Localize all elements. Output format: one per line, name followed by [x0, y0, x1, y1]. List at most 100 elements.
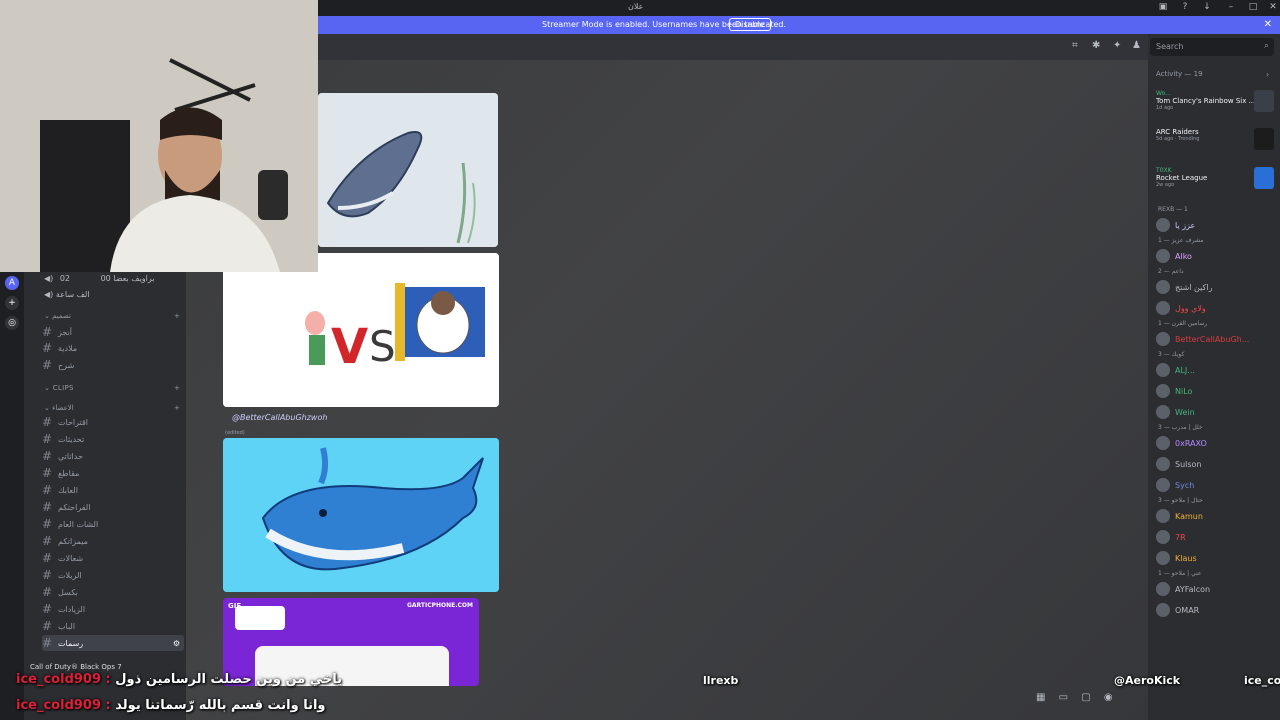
download-icon[interactable]: ↓: [1200, 2, 1214, 12]
discover-icon[interactable]: ◎: [5, 316, 19, 330]
member-row[interactable]: Sulson: [1156, 455, 1276, 473]
channel-item[interactable]: # العابك: [42, 482, 184, 498]
hash-icon: #: [42, 358, 53, 372]
blue-whale-drawing: [223, 438, 499, 592]
member-row[interactable]: Sych: [1156, 476, 1276, 494]
category-label: CLIPS: [52, 384, 74, 392]
avatar: [1156, 603, 1170, 617]
close-banner-icon[interactable]: ✕: [1264, 19, 1272, 30]
threads-icon[interactable]: ⌗: [1072, 40, 1078, 51]
member-row[interactable]: OMAR: [1156, 601, 1276, 619]
member-row[interactable]: 7R: [1156, 528, 1276, 546]
search-icon: ⌕: [1263, 41, 1269, 51]
blue-whale-image[interactable]: [223, 438, 499, 592]
minimize-icon[interactable]: –: [1224, 2, 1238, 12]
channel-toolbar: ⌗ ✱ ✦ ♟: [186, 34, 1148, 60]
member-name: NiLo: [1175, 386, 1193, 396]
chevron-right-icon[interactable]: ›: [1266, 70, 1269, 79]
game-thumbnail: [1254, 167, 1274, 189]
member-list-icon[interactable]: ♟: [1132, 40, 1141, 51]
hash-icon: #: [42, 415, 53, 429]
hash-icon: #: [42, 551, 53, 565]
controller-icon[interactable]: ◉: [1104, 692, 1113, 703]
svg-text:V: V: [331, 319, 368, 375]
member-group-header: كويك — 3: [1158, 351, 1185, 358]
member-row[interactable]: Klaus: [1156, 549, 1276, 567]
notification-icon[interactable]: ✱: [1092, 40, 1100, 51]
avatar: [1156, 551, 1170, 565]
voice-count: 00: [100, 274, 111, 283]
channel-item-active[interactable]: # رسمات ⚙: [42, 635, 184, 651]
add-channel-icon[interactable]: +: [174, 404, 180, 412]
channel-item[interactable]: # اقتراحات: [42, 414, 184, 430]
channel-item[interactable]: # الفراحتكم: [42, 499, 184, 515]
category-header[interactable]: ⌄ CLIPS +: [44, 384, 180, 392]
inbox-icon[interactable]: ▣: [1156, 2, 1170, 12]
whale-sketch-drawing: [318, 93, 498, 247]
settings-icon[interactable]: ⚙: [173, 639, 180, 648]
disable-streamer-mode-button[interactable]: Disable: [729, 18, 771, 31]
member-row[interactable]: Alko: [1156, 247, 1276, 265]
member-row[interactable]: BetterCallAbuGh...: [1156, 330, 1276, 348]
hash-icon: #: [42, 517, 53, 531]
channel-item[interactable]: # ميمزاتكم: [42, 533, 184, 549]
activity-item[interactable]: T0XK Rocket League 2w ago: [1156, 167, 1274, 189]
avatar: [1156, 530, 1170, 544]
member-row[interactable]: AYFalcon: [1156, 580, 1276, 598]
member-row[interactable]: ولاي وول: [1156, 299, 1276, 317]
channel-item[interactable]: # الشات العام: [42, 516, 184, 532]
avatar: [1156, 457, 1170, 471]
channel-item[interactable]: # بكسل: [42, 584, 184, 600]
category-header[interactable]: ⌄ تصميم +: [44, 312, 180, 320]
member-name: Klaus: [1175, 553, 1197, 563]
channel-item[interactable]: # الريلات: [42, 567, 184, 583]
activity-item[interactable]: ARC Raiders 5d ago · Trending: [1156, 128, 1274, 150]
pin-icon[interactable]: ✦: [1113, 40, 1121, 51]
grid-icon[interactable]: ▦: [1036, 692, 1045, 703]
search-input[interactable]: Search ⌕: [1150, 38, 1274, 56]
search-placeholder: Search: [1156, 42, 1184, 51]
member-row[interactable]: Kamun: [1156, 507, 1276, 525]
channel-label: تحديثات: [58, 434, 85, 444]
add-server-icon[interactable]: +: [5, 296, 19, 310]
voice-channel[interactable]: ◀) براويف بعضا 00 02: [44, 274, 155, 283]
member-row[interactable]: 0xRAXO: [1156, 434, 1276, 452]
close-window-icon[interactable]: ✕: [1266, 2, 1280, 12]
add-channel-icon[interactable]: +: [174, 384, 180, 392]
member-row[interactable]: Wein: [1156, 403, 1276, 421]
channel-label: الباب: [58, 621, 76, 631]
channel-item[interactable]: # أنجز: [42, 324, 184, 340]
channel-item[interactable]: # الزيادات: [42, 601, 184, 617]
channel-item[interactable]: # الباب: [42, 618, 184, 634]
svg-text:S: S: [369, 322, 396, 371]
monitor-icon[interactable]: ▢: [1081, 692, 1090, 703]
window-icon[interactable]: ▭: [1059, 692, 1068, 703]
category-header[interactable]: ⌄ الاعضاء +: [44, 404, 180, 412]
member-name: 0xRAXO: [1175, 438, 1207, 448]
whale-sketch-image[interactable]: [318, 93, 498, 247]
channel-label: أنجز: [58, 327, 73, 337]
channel-item[interactable]: # شرح: [42, 357, 184, 373]
member-name: عزز يا: [1175, 220, 1196, 230]
member-row[interactable]: ALJ...: [1156, 361, 1276, 379]
window-title: علان: [628, 2, 644, 11]
channel-item[interactable]: # حداثاتي: [42, 448, 184, 464]
voice-channel[interactable]: ◀) الف ساعة: [44, 290, 90, 299]
vs-drawing-image[interactable]: V S: [223, 253, 499, 407]
channel-item[interactable]: # ملادية: [42, 340, 184, 356]
hash-icon: #: [42, 619, 53, 633]
activity-item[interactable]: Wo... Tom Clancy's Rainbow Six ... 1d ag…: [1156, 90, 1274, 112]
channel-label: بكسل: [58, 587, 78, 597]
maximize-icon[interactable]: □: [1246, 2, 1260, 12]
member-name: ALJ...: [1175, 365, 1195, 375]
help-icon[interactable]: ?: [1178, 2, 1192, 12]
add-channel-icon[interactable]: +: [174, 312, 180, 320]
member-row[interactable]: NiLo: [1156, 382, 1276, 400]
channel-item[interactable]: # تحديثات: [42, 431, 184, 447]
channel-item[interactable]: # شعالات: [42, 550, 184, 566]
channel-item[interactable]: # مقاطع: [42, 465, 184, 481]
user-mention[interactable]: @BetterCallAbuGhzwoh: [232, 413, 327, 422]
member-row[interactable]: راكين اشتج: [1156, 278, 1276, 296]
server-icon[interactable]: A: [5, 276, 19, 290]
member-row[interactable]: عزز يا: [1156, 216, 1276, 234]
